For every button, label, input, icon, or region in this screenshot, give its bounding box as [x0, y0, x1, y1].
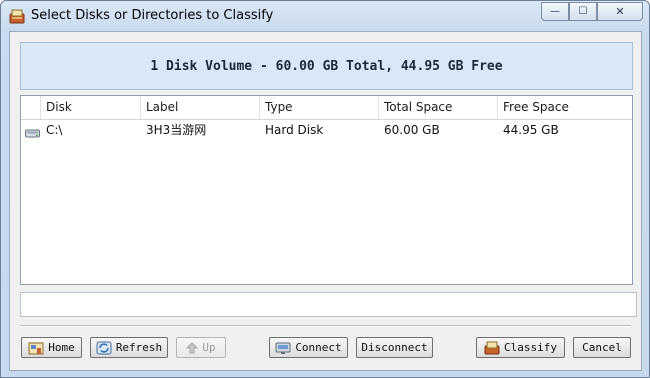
up-button-label: Up — [202, 341, 216, 354]
column-header-icon[interactable] — [21, 96, 41, 119]
table-row[interactable]: C:\ 3H3当游网 Hard Disk 60.00 GB 44.95 GB — [21, 120, 632, 140]
dialog-client-area: 1 Disk Volume - 60.00 GB Total, 44.95 GB… — [9, 31, 642, 371]
disconnect-button-label: Disconnect — [361, 341, 428, 354]
caption-buttons: — ☐ ✕ — [541, 2, 643, 21]
cell-disk: C:\ — [46, 123, 63, 137]
path-input[interactable] — [20, 292, 637, 317]
connect-icon — [275, 342, 291, 354]
disconnect-button[interactable]: Disconnect — [356, 337, 433, 358]
column-header-label[interactable]: Label — [141, 96, 260, 119]
minimize-icon: — — [550, 6, 560, 17]
cell-label: 3H3当游网 — [146, 123, 207, 137]
close-button[interactable]: ✕ — [597, 2, 643, 21]
cancel-button-label: Cancel — [582, 341, 622, 354]
title-bar[interactable]: Select Disks or Directories to Classify … — [1, 1, 649, 31]
divider — [20, 325, 631, 327]
list-header: Disk Label Type Total Space Free Space — [21, 96, 632, 120]
home-icon — [28, 342, 44, 354]
cell-free-space: 44.95 GB — [503, 123, 559, 137]
home-button-label: Home — [48, 341, 75, 354]
classify-button-label: Classify — [504, 341, 557, 354]
connect-button-label: Connect — [295, 341, 342, 354]
column-header-total-space[interactable]: Total Space — [379, 96, 498, 119]
cell-type: Hard Disk — [265, 123, 324, 137]
cell-total-space: 60.00 GB — [384, 123, 440, 137]
classify-button[interactable]: Classify — [476, 337, 565, 358]
home-button[interactable]: Home — [21, 337, 82, 358]
maximize-icon: ☐ — [578, 6, 588, 17]
minimize-button[interactable]: — — [541, 2, 569, 21]
app-icon — [9, 8, 25, 24]
refresh-button-label: Refresh — [115, 341, 163, 354]
dialog-window: Select Disks or Directories to Classify … — [0, 0, 650, 378]
maximize-button[interactable]: ☐ — [569, 2, 597, 21]
refresh-icon — [96, 341, 112, 354]
close-icon: ✕ — [615, 5, 625, 18]
window-title: Select Disks or Directories to Classify — [31, 8, 274, 23]
hard-disk-icon — [25, 124, 40, 138]
classify-icon — [484, 341, 500, 354]
up-button[interactable]: Up — [176, 337, 226, 358]
refresh-button[interactable]: Refresh — [90, 337, 168, 358]
connect-button[interactable]: Connect — [269, 337, 348, 358]
disk-list[interactable]: Disk Label Type Total Space Free Space C… — [20, 95, 633, 285]
column-header-type[interactable]: Type — [260, 96, 379, 119]
column-header-disk[interactable]: Disk — [41, 96, 141, 119]
column-header-free-space[interactable]: Free Space — [498, 96, 632, 119]
summary-banner: 1 Disk Volume - 60.00 GB Total, 44.95 GB… — [20, 42, 633, 90]
up-arrow-icon — [186, 341, 199, 353]
cancel-button[interactable]: Cancel — [573, 337, 631, 358]
